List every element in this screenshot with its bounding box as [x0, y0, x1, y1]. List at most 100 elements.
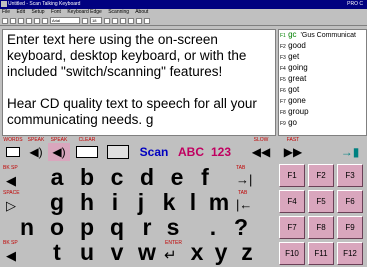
f4-key[interactable]: F4 — [279, 190, 305, 213]
clear-button[interactable]: CLEAR — [72, 137, 102, 166]
abc-button[interactable]: ABC — [174, 137, 208, 166]
key-v[interactable]: v — [104, 240, 130, 265]
tab-left-icon[interactable]: |← — [236, 197, 252, 212]
key-y[interactable]: y — [208, 240, 234, 265]
key-b[interactable]: b — [74, 165, 100, 190]
key-g[interactable]: g — [44, 190, 70, 215]
menu-file[interactable]: File — [2, 9, 10, 15]
prediction-item[interactable]: F2 good — [280, 41, 366, 52]
open-icon[interactable] — [10, 17, 16, 24]
key-a[interactable]: a — [44, 165, 70, 190]
scan-button[interactable]: Scan — [134, 137, 174, 166]
key-f[interactable]: f — [192, 165, 218, 190]
enter-icon[interactable]: ↵ — [164, 246, 177, 264]
key-w[interactable]: w — [134, 240, 160, 265]
menu-about[interactable]: About — [135, 9, 148, 15]
key-q[interactable]: q — [104, 215, 130, 240]
text-paragraph-1: Enter text here using the on-screen keyb… — [7, 32, 247, 79]
exit-button[interactable]: →▮ — [335, 137, 365, 166]
f5-key[interactable]: F5 — [308, 190, 334, 213]
key-s[interactable]: s — [160, 215, 186, 240]
f8-key[interactable]: F8 — [308, 216, 334, 239]
key-c[interactable]: c — [104, 165, 130, 190]
underline-icon[interactable] — [120, 17, 126, 24]
prediction-item[interactable]: F3 get — [280, 52, 366, 63]
prediction-item[interactable]: F5 great — [280, 74, 366, 85]
words-icon — [2, 143, 24, 161]
fast-button[interactable]: FAST ▶▶ — [280, 137, 306, 166]
key-n[interactable]: n — [14, 215, 40, 240]
print-icon[interactable] — [26, 17, 32, 24]
prediction-item[interactable]: F8 group — [280, 107, 366, 118]
f10-key[interactable]: F10 — [279, 242, 305, 265]
word-prediction-list[interactable]: F1 gc 'Gus Communicat F2 good F3 get F4 g… — [278, 29, 367, 136]
f11-key[interactable]: F11 — [308, 242, 334, 265]
f1-key[interactable]: F1 — [279, 164, 305, 187]
slow-button[interactable]: SLOW ◀◀ — [248, 137, 274, 166]
key-j[interactable]: j — [128, 190, 154, 215]
key-e[interactable]: e — [164, 165, 190, 190]
space-icon[interactable]: ▷ — [6, 198, 16, 214]
size-select[interactable]: 18 — [90, 17, 102, 24]
rewind-icon: ◀◀ — [251, 145, 271, 159]
menu-font[interactable]: Font — [51, 9, 61, 15]
key-o[interactable]: o — [44, 215, 70, 240]
key-k[interactable]: k — [156, 190, 182, 215]
key-z[interactable]: z — [234, 240, 260, 265]
key-p[interactable]: p — [74, 215, 100, 240]
words-button[interactable]: WORDS — [2, 137, 24, 166]
window-title: Untitled - Scan Talking Keyboard — [8, 1, 81, 7]
menu-scanning[interactable]: Scanning — [108, 9, 129, 15]
tab-label: TAB — [236, 165, 246, 171]
keyboard-button[interactable] — [104, 137, 132, 166]
tab-right-icon[interactable]: →| — [236, 172, 252, 187]
align-left-icon[interactable] — [128, 17, 134, 24]
prediction-item[interactable]: F7 gone — [280, 96, 366, 107]
keyboard-icon — [104, 143, 132, 161]
key-l[interactable]: l — [180, 190, 206, 215]
prediction-item[interactable]: F4 going — [280, 63, 366, 74]
prediction-item[interactable]: F1 gc 'Gus Communicat — [280, 30, 366, 41]
key-question[interactable]: ? — [228, 215, 254, 240]
key-m[interactable]: m — [206, 190, 232, 215]
font-select[interactable]: Arial — [50, 17, 80, 24]
f12-key[interactable]: F12 — [337, 242, 363, 265]
speak-letters-button[interactable]: SPEAK ◀) — [48, 137, 70, 166]
key-r[interactable]: r — [134, 215, 160, 240]
f2-key[interactable]: F2 — [308, 164, 334, 187]
prediction-item[interactable]: F9 go — [280, 118, 366, 129]
backspace-icon[interactable]: ◀ — [6, 173, 16, 189]
toolbar: Arial 18 — [0, 16, 367, 26]
key-x[interactable]: x — [184, 240, 210, 265]
text-entry-area[interactable]: Enter text here using the on-screen keyb… — [2, 29, 276, 136]
menu-setup[interactable]: Setup — [31, 9, 44, 15]
numbers-button[interactable]: 123 — [207, 137, 235, 166]
clear-icon — [72, 143, 102, 161]
key-t[interactable]: t — [44, 240, 70, 265]
f7-key[interactable]: F7 — [279, 216, 305, 239]
align-center-icon[interactable] — [136, 17, 142, 24]
new-icon[interactable] — [2, 17, 8, 24]
key-period[interactable]: . — [200, 215, 226, 240]
align-right-icon[interactable] — [144, 17, 150, 24]
key-i[interactable]: i — [102, 190, 128, 215]
bold-icon[interactable] — [104, 17, 110, 24]
prediction-item[interactable]: F6 got — [280, 85, 366, 96]
speak-button[interactable]: SPEAK ◀) — [25, 137, 47, 166]
cut-icon[interactable] — [34, 17, 40, 24]
copy-icon[interactable] — [42, 17, 48, 24]
menu-edit[interactable]: Edit — [16, 9, 25, 15]
key-u[interactable]: u — [74, 240, 100, 265]
key-row-3: n o p q r s . ? — [0, 215, 262, 240]
italic-icon[interactable] — [112, 17, 118, 24]
f3-key[interactable]: F3 — [337, 164, 363, 187]
f9-key[interactable]: F9 — [337, 216, 363, 239]
backspace-icon-2[interactable]: ◀ — [6, 248, 16, 264]
f6-key[interactable]: F6 — [337, 190, 363, 213]
font-dropdown-icon[interactable] — [82, 17, 88, 24]
save-icon[interactable] — [18, 17, 24, 24]
key-d[interactable]: d — [134, 165, 160, 190]
key-h[interactable]: h — [74, 190, 100, 215]
menu-keyboard-edge[interactable]: Keyboard Edge — [67, 9, 101, 15]
system-menu-icon[interactable] — [1, 1, 7, 7]
